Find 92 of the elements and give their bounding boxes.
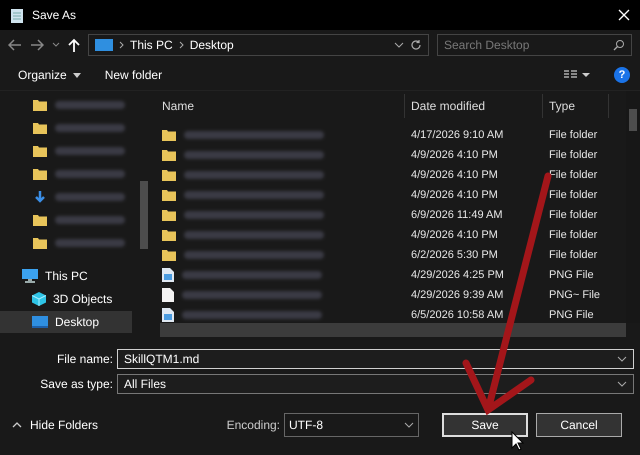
cancel-button[interactable]: Cancel [536, 413, 622, 437]
date-cell-text: 6/5/2026 10:58 AM [410, 309, 504, 321]
field-label: File name: [56, 352, 114, 366]
sidebar-item[interactable]: 3D Objects [0, 288, 132, 310]
encoding-label: Encoding: [226, 418, 280, 432]
sidebar-item[interactable]: Desktop [0, 311, 132, 333]
file-row[interactable]: 4/29/2026 9:39 AM PNG~ File [150, 285, 626, 305]
type-cell-text: PNG~ File [548, 289, 602, 301]
save-button[interactable]: Save [442, 413, 528, 437]
type-cell-text: File folder [548, 249, 598, 261]
type-cell-text: File folder [548, 209, 598, 221]
search-field[interactable]: Search Desktop [437, 34, 632, 56]
column-header[interactable]: Type [543, 94, 609, 118]
dropdown-caret-icon[interactable] [617, 356, 627, 362]
folder-icon [162, 149, 176, 161]
breadcrumb[interactable]: This PC [130, 38, 173, 52]
scrollbar-thumb[interactable] [140, 181, 148, 249]
file-icon [162, 288, 174, 302]
type-cell-text: File folder [548, 189, 598, 201]
date-cell-text: 4/17/2026 9:10 AM [410, 129, 504, 141]
organize-button[interactable]: Organize [18, 68, 81, 82]
type-cell-text: File folder [548, 149, 598, 161]
field-label: Save as type: [39, 377, 114, 391]
file-row[interactable]: 4/29/2026 4:25 PM PNG File [150, 265, 626, 285]
desktop-icon [32, 316, 48, 328]
column-header[interactable]: Name [150, 94, 405, 118]
file-type-dropdown[interactable]: All Files [117, 374, 634, 394]
hide-folders-button[interactable]: Hide Folders [12, 418, 98, 432]
date-cell-text: 4/9/2026 4:10 PM [410, 169, 499, 181]
chevron-icon [119, 41, 124, 49]
column-header[interactable]: Date modified [405, 94, 543, 118]
date-cell-text: 4/29/2026 9:39 AM [410, 289, 504, 301]
dropdown-caret-icon[interactable] [394, 42, 404, 48]
folder-icon [162, 229, 176, 241]
address-bar[interactable]: This PC Desktop [88, 34, 429, 56]
cube-icon [32, 292, 46, 306]
notepad-icon [10, 7, 24, 23]
image-file-icon [162, 268, 174, 282]
folder-icon [162, 249, 176, 261]
encoding-dropdown[interactable]: UTF-8 [284, 413, 419, 437]
date-cell-text: 6/9/2026 11:49 AM [410, 209, 504, 221]
computer-icon [22, 269, 38, 283]
dropdown-caret-icon[interactable] [404, 422, 414, 428]
up-arrow-icon[interactable] [68, 38, 80, 52]
date-cell-text: 4/9/2026 4:10 PM [410, 229, 499, 241]
monitor-icon [95, 39, 113, 51]
date-cell-text: 6/2/2026 5:30 PM [410, 249, 499, 261]
breadcrumb[interactable]: Desktop [190, 38, 234, 52]
folder-icon [33, 168, 47, 180]
folder-icon [33, 98, 47, 110]
folder-icon [162, 189, 176, 201]
file-row[interactable]: 4/9/2026 4:10 PM File folder [150, 225, 626, 245]
folder-icon [162, 209, 176, 221]
new-folder-button[interactable]: New folder [104, 68, 162, 82]
horizontal-scrollbar[interactable] [160, 323, 626, 337]
type-cell-text: File folder [548, 129, 598, 141]
file-row[interactable]: 4/17/2026 9:10 AM File folder [150, 125, 626, 145]
dropdown-caret-icon[interactable] [617, 381, 627, 387]
file-row[interactable]: 6/2/2026 5:30 PM File folder [150, 245, 626, 265]
date-cell-text: 4/29/2026 4:25 PM [410, 269, 505, 281]
folder-icon [33, 144, 47, 156]
file-row[interactable]: 6/5/2026 10:58 AM PNG File [150, 305, 626, 325]
caret-icon [12, 422, 22, 428]
back-icon[interactable] [8, 39, 22, 51]
chevron-icon [178, 41, 184, 49]
view-options-icon[interactable] [564, 70, 590, 80]
date-cell-text: 4/9/2026 4:10 PM [410, 149, 499, 161]
folder-icon [33, 122, 47, 134]
folder-icon [33, 236, 47, 248]
date-cell-text: 4/9/2026 4:10 PM [410, 189, 499, 201]
help-button[interactable]: ? [614, 67, 630, 83]
file-row[interactable]: 4/9/2026 4:10 PM File folder [150, 185, 626, 205]
type-cell-text: PNG File [548, 309, 595, 321]
folder-icon [162, 129, 176, 141]
image-file-icon [162, 308, 174, 322]
folder-icon [162, 169, 176, 181]
search-icon [613, 39, 625, 51]
type-cell-text: File folder [548, 229, 598, 241]
file-name-field[interactable]: SkillQTM1.md [117, 349, 634, 369]
download-icon [33, 190, 47, 204]
forward-icon[interactable] [30, 39, 44, 51]
caret-icon [72, 72, 81, 78]
sidebar-item[interactable]: This PC [0, 265, 132, 287]
mouse-cursor-icon [512, 430, 524, 451]
folder-icon [33, 214, 47, 226]
type-cell-text: PNG File [548, 269, 595, 281]
window-title: Save As [32, 8, 78, 22]
dropdown-caret-icon[interactable] [52, 42, 60, 48]
close-icon[interactable] [618, 9, 630, 21]
file-row[interactable]: 6/9/2026 11:49 AM File folder [150, 205, 626, 225]
refresh-icon[interactable] [410, 39, 422, 51]
file-row[interactable]: 4/9/2026 4:10 PM File folder [150, 145, 626, 165]
